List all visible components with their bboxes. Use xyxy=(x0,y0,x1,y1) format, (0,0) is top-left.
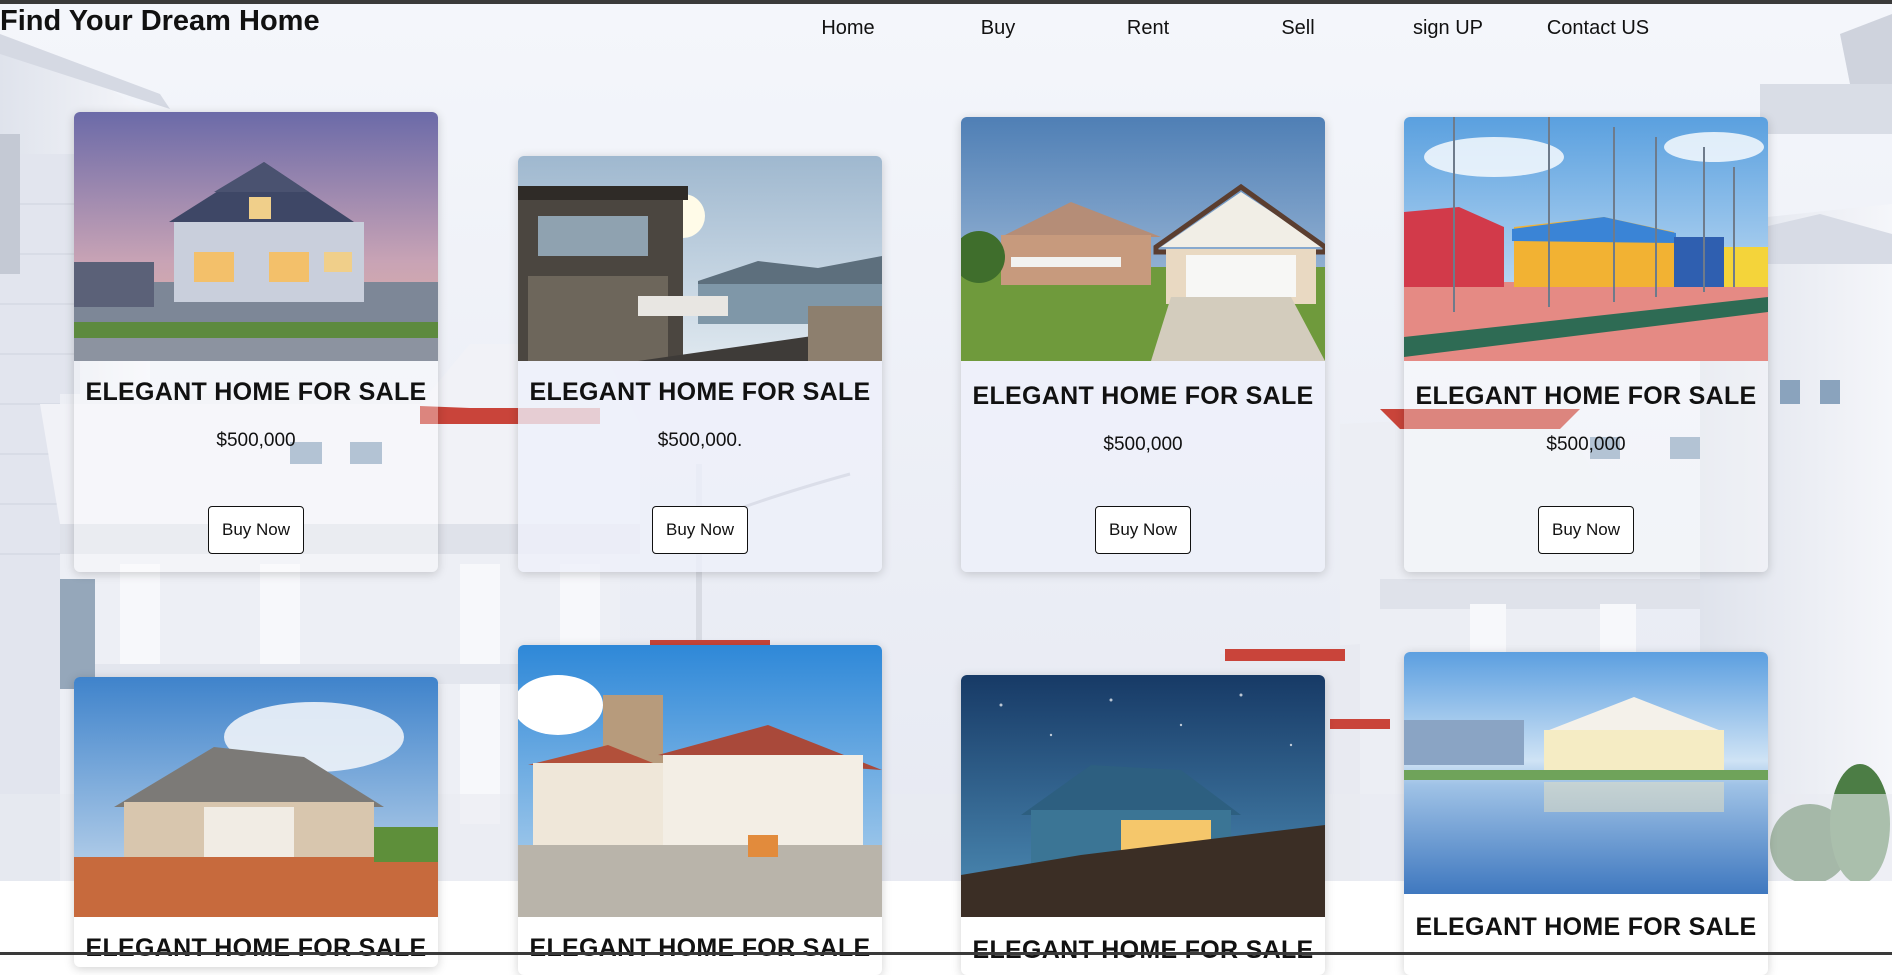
listing-price: $500,000 xyxy=(1546,434,1626,455)
nav-buy[interactable]: Buy xyxy=(923,14,1073,42)
nav-sign-up[interactable]: sign UP xyxy=(1373,14,1523,42)
nav-home[interactable]: Home xyxy=(773,14,923,42)
listing-title: ELEGANT HOME FOR SALE xyxy=(85,934,427,962)
nav-contact-us[interactable]: Contact US xyxy=(1523,14,1673,42)
night-house-photo xyxy=(961,675,1325,917)
listing-card: ELEGANT HOME FOR SALE xyxy=(1404,652,1768,975)
listing-card: ELEGANT HOME FOR SALE xyxy=(74,677,438,967)
listing-card: ELEGANT HOME FOR SALE $500,000 Buy Now xyxy=(1404,117,1768,572)
farmhouse-photo xyxy=(74,677,438,917)
listing-title: ELEGANT HOME FOR SALE xyxy=(1415,382,1757,410)
waterfront-houses-photo xyxy=(1404,652,1768,894)
listing-card: ELEGANT HOME FOR SALE $500,000 Buy Now xyxy=(74,112,438,572)
nav-sell[interactable]: Sell xyxy=(1223,14,1373,42)
house-dusk-photo xyxy=(74,112,438,361)
listing-title: ELEGANT HOME FOR SALE xyxy=(85,378,427,406)
listing-title: ELEGANT HOME FOR SALE xyxy=(529,378,871,406)
buy-now-button[interactable]: Buy Now xyxy=(1538,506,1634,554)
listing-card: ELEGANT HOME FOR SALE xyxy=(518,645,882,975)
listing-card: ELEGANT HOME FOR SALE xyxy=(961,675,1325,975)
listing-price: $500,000 xyxy=(1103,434,1183,455)
buy-now-button[interactable]: Buy Now xyxy=(208,506,304,554)
buy-now-button[interactable]: Buy Now xyxy=(652,506,748,554)
main-nav: Home Buy Rent Sell sign UP Contact US xyxy=(0,14,1892,44)
colorful-houses-photo xyxy=(1404,117,1768,361)
stone-villa-photo xyxy=(518,645,882,917)
listing-price: $500,000. xyxy=(657,430,743,451)
buy-now-button[interactable]: Buy Now xyxy=(1095,506,1191,554)
listing-card: ELEGANT HOME FOR SALE $500,000. Buy Now xyxy=(518,156,882,572)
nav-rent[interactable]: Rent xyxy=(1073,14,1223,42)
listing-title: ELEGANT HOME FOR SALE xyxy=(529,934,871,962)
listing-title: ELEGANT HOME FOR SALE xyxy=(972,382,1314,410)
lakeside-house-photo xyxy=(518,156,882,361)
listing-card: ELEGANT HOME FOR SALE $500,000 Buy Now xyxy=(961,117,1325,572)
ranch-house-photo xyxy=(961,117,1325,361)
listing-price: $500,000 xyxy=(216,430,296,451)
listing-title: ELEGANT HOME FOR SALE xyxy=(972,936,1314,964)
listing-title: ELEGANT HOME FOR SALE xyxy=(1415,913,1757,941)
